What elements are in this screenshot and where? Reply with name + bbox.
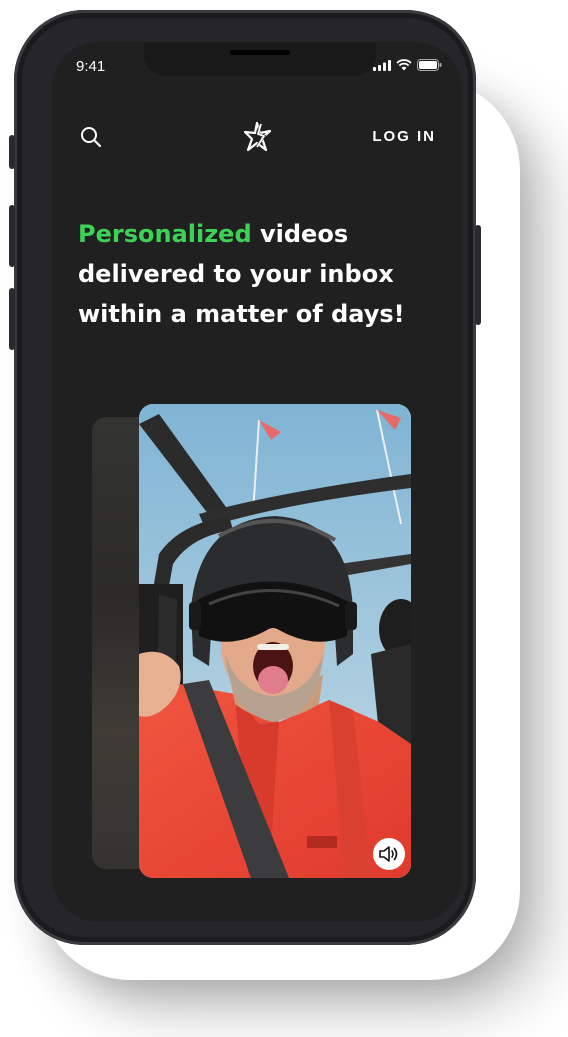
mute-switch <box>9 135 15 169</box>
search-icon <box>81 127 102 148</box>
search-button[interactable] <box>78 124 104 150</box>
battery-icon <box>417 59 442 71</box>
phone-frame: 9:41 LOG IN Personalized videos delivere… <box>9 10 481 945</box>
status-icons <box>373 59 442 71</box>
headline-line2: delivered to your inbox <box>78 260 394 288</box>
notch <box>144 42 376 76</box>
headline-line1: videos <box>251 220 349 248</box>
wifi-icon <box>396 59 412 71</box>
video-card[interactable] <box>139 404 411 878</box>
mockup-stage: 9:41 LOG IN Personalized videos delivere… <box>0 0 568 1037</box>
login-link[interactable]: LOG IN <box>372 128 436 145</box>
phone-screen: 9:41 LOG IN Personalized videos delivere… <box>52 42 462 922</box>
sparkle-star-logo[interactable] <box>242 120 274 154</box>
power-button <box>475 225 481 325</box>
volume-up-button <box>9 205 15 267</box>
headline-line3: within a matter of days! <box>78 300 405 328</box>
video-thumbnail <box>139 404 411 878</box>
sound-toggle-button[interactable] <box>373 838 405 870</box>
volume-down-button <box>9 288 15 350</box>
top-nav: LOG IN <box>52 120 462 156</box>
earpiece-speaker <box>230 50 290 55</box>
signal-icon <box>373 59 391 71</box>
speaker-sound-icon <box>379 846 398 862</box>
headline-accent-word: Personalized <box>78 220 252 248</box>
hero-headline: Personalized videos delivered to your inb… <box>78 214 448 334</box>
status-time: 9:41 <box>76 58 106 75</box>
